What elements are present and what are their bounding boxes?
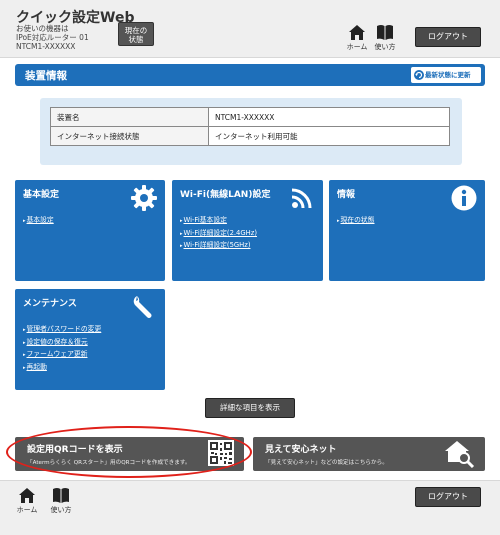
info-icon [451, 185, 477, 211]
home-icon [349, 25, 365, 40]
device-caption: お使いの機器は [16, 24, 69, 33]
admin-password-link[interactable]: 管理者パスワードの変更 [23, 324, 102, 337]
device-model-name: NTCM1-XXXXXX [16, 42, 76, 51]
wrench-icon [133, 296, 152, 318]
qr-banner-title: 設定用QRコードを表示 [27, 445, 123, 455]
table-row: インターネット接続状態 インターネット利用可能 [50, 126, 450, 146]
home-label: ホーム [346, 43, 368, 51]
device-info-table: 装置名 NTCM1-XXXXXX インターネット接続状態 インターネット利用可能 [50, 107, 450, 146]
current-status-button[interactable]: 現在の 状態 [118, 22, 154, 46]
header: クイック設定Web お使いの機器は IPoE対応ルーター 01 NTCM1-XX… [0, 0, 500, 58]
wifi-basic-link[interactable]: Wi-Fi基本設定 [180, 215, 257, 228]
safe-net-banner-title: 見えて安心ネット [265, 445, 337, 455]
book-icon [377, 25, 393, 40]
footer-home-nav[interactable]: ホーム [14, 487, 40, 515]
footer-home-label: ホーム [16, 506, 38, 514]
footer-logout-button[interactable]: ログアウト [415, 487, 481, 507]
table-row: 装置名 NTCM1-XXXXXX [50, 107, 450, 127]
basic-settings-title: 基本設定 [23, 190, 60, 200]
safe-net-banner-description: 「見えて安心ネット」などの設定はこちらから。 [265, 460, 388, 466]
wifi-detail-24ghz-link[interactable]: Wi-Fi詳細設定(2.4GHz) [180, 228, 257, 241]
home-icon [19, 488, 35, 503]
reboot-link[interactable]: 再起動 [23, 362, 101, 375]
device-name-value: NTCM1-XXXXXX [208, 107, 450, 127]
show-details-button[interactable]: 詳細な項目を表示 [205, 398, 295, 418]
maintenance-tile: メンテナンス 管理者パスワードの変更 設定値の保存＆復元 ファームウェア更新 再… [15, 289, 165, 390]
logout-button[interactable]: ログアウト [415, 27, 481, 47]
gear-icon [131, 185, 157, 211]
footer-help-nav[interactable]: 使い方 [48, 487, 74, 515]
house-search-icon [445, 441, 475, 468]
backup-restore-link[interactable]: 設定値の保存＆復元 [23, 337, 101, 350]
info-title: 情報 [337, 190, 356, 200]
wifi-settings-title: Wi-Fi(無線LAN)設定 [180, 190, 271, 200]
connection-status-key: インターネット接続状態 [50, 126, 209, 146]
qr-code-banner[interactable]: 設定用QRコードを表示 「Atermらくらく QRスタート」用のQRコードを作成… [15, 437, 244, 471]
footer-help-label: 使い方 [50, 506, 72, 514]
qr-code-icon [208, 440, 234, 466]
wifi-settings-tile: Wi-Fi(無線LAN)設定 Wi-Fi基本設定 Wi-Fi詳細設定(2.4GH… [172, 180, 323, 281]
device-info-bar: 装置情報 最新状態に更新 [15, 64, 485, 86]
firmware-update-link[interactable]: ファームウェア更新 [23, 349, 101, 362]
footer: ホーム 使い方 ログアウト [0, 480, 500, 535]
maintenance-title: メンテナンス [23, 299, 77, 309]
wifi-icon [291, 188, 312, 209]
device-info-panel: 装置名 NTCM1-XXXXXX インターネット接続状態 インターネット利用可能 [40, 98, 462, 165]
current-status-label-2: 状態 [128, 35, 144, 44]
basic-settings-link[interactable]: 基本設定 [23, 215, 54, 228]
refresh-icon [414, 70, 424, 80]
basic-settings-tile: 基本設定 基本設定 [15, 180, 165, 281]
help-nav[interactable]: 使い方 [372, 24, 398, 52]
info-tile: 情報 現在の状態 [329, 180, 485, 281]
home-nav[interactable]: ホーム [344, 24, 370, 52]
current-status-label-1: 現在の [124, 26, 148, 35]
wifi-detail-5ghz-link[interactable]: Wi-Fi詳細設定(5GHz) [180, 240, 257, 253]
safe-net-banner[interactable]: 見えて安心ネット 「見えて安心ネット」などの設定はこちらから。 [253, 437, 485, 471]
device-model-type: IPoE対応ルーター 01 [16, 33, 89, 42]
current-status-link[interactable]: 現在の状態 [337, 215, 375, 228]
book-icon [53, 488, 69, 503]
refresh-label: 最新状態に更新 [425, 71, 471, 79]
help-label: 使い方 [374, 43, 396, 51]
device-name-key: 装置名 [50, 107, 209, 127]
connection-status-value: インターネット利用可能 [208, 126, 450, 146]
refresh-button[interactable]: 最新状態に更新 [411, 67, 481, 83]
device-info-title: 装置情報 [25, 70, 67, 82]
qr-banner-description: 「Atermらくらく QRスタート」用のQRコードを作成できます。 [27, 460, 191, 466]
